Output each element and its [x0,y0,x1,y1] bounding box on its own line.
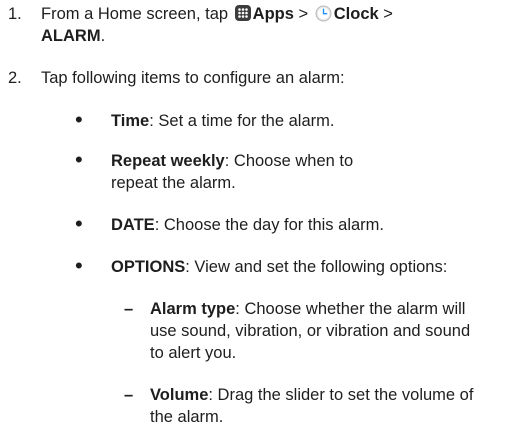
bullet-dot: • [75,147,83,172]
bullet-desc: : Choose the day for this alarm. [154,216,384,234]
bullet-term: OPTIONS [111,258,186,276]
bullet-item-repeat-weekly: • Repeat weekly: Choose when to repeat t… [75,147,505,194]
bullet-term: Repeat weekly [111,152,225,170]
sub-item-volume: – Volume: Drag the slider to set the vol… [124,384,504,428]
bullet-term: DATE [111,216,155,234]
step-1: 1. From a Home screen, tap Apps > Clock … [0,3,500,47]
period: . [100,27,106,45]
bullet-item-date: • DATE: Choose the day for this alarm. [75,211,505,236]
clock-icon [315,5,332,22]
sub-item-alarm-type: – Alarm type: Choose whether the alarm w… [124,298,504,364]
clock-label: Clock [333,5,379,23]
sub-term: Volume [150,386,209,404]
bullet-item-time: • Time: Set a time for the alarm. [75,107,505,132]
bullet-dot: • [75,253,83,278]
step-number: 1. [8,5,22,23]
step-number: 2. [8,69,22,87]
sub-term: Alarm type [150,300,236,318]
bullet-item-options: • OPTIONS: View and set the following op… [75,253,505,278]
alarm-label: ALARM [41,27,101,45]
step-1-text: From a Home screen, tap Apps > Clock > A… [41,3,500,47]
instruction-page: 1. From a Home screen, tap Apps > Clock … [0,0,506,440]
step-2-text: Tap following items to configure an alar… [41,69,345,87]
bullet-desc: : View and set the following options: [185,258,448,276]
bullet-dot: • [75,107,83,132]
apps-grid-icon [234,5,251,21]
step-1-intro: From a Home screen, tap [41,5,229,23]
sub-dash: – [124,300,134,318]
bullet-desc: : Set a time for the alarm. [149,112,335,130]
apps-label: Apps [252,5,294,23]
bullet-term: Time [111,112,150,130]
bullet-dot: • [75,211,83,236]
step-2: 2. Tap following items to configure an a… [0,67,500,89]
sub-dash: – [124,386,134,404]
separator: > [298,5,309,23]
separator: > [383,5,393,23]
